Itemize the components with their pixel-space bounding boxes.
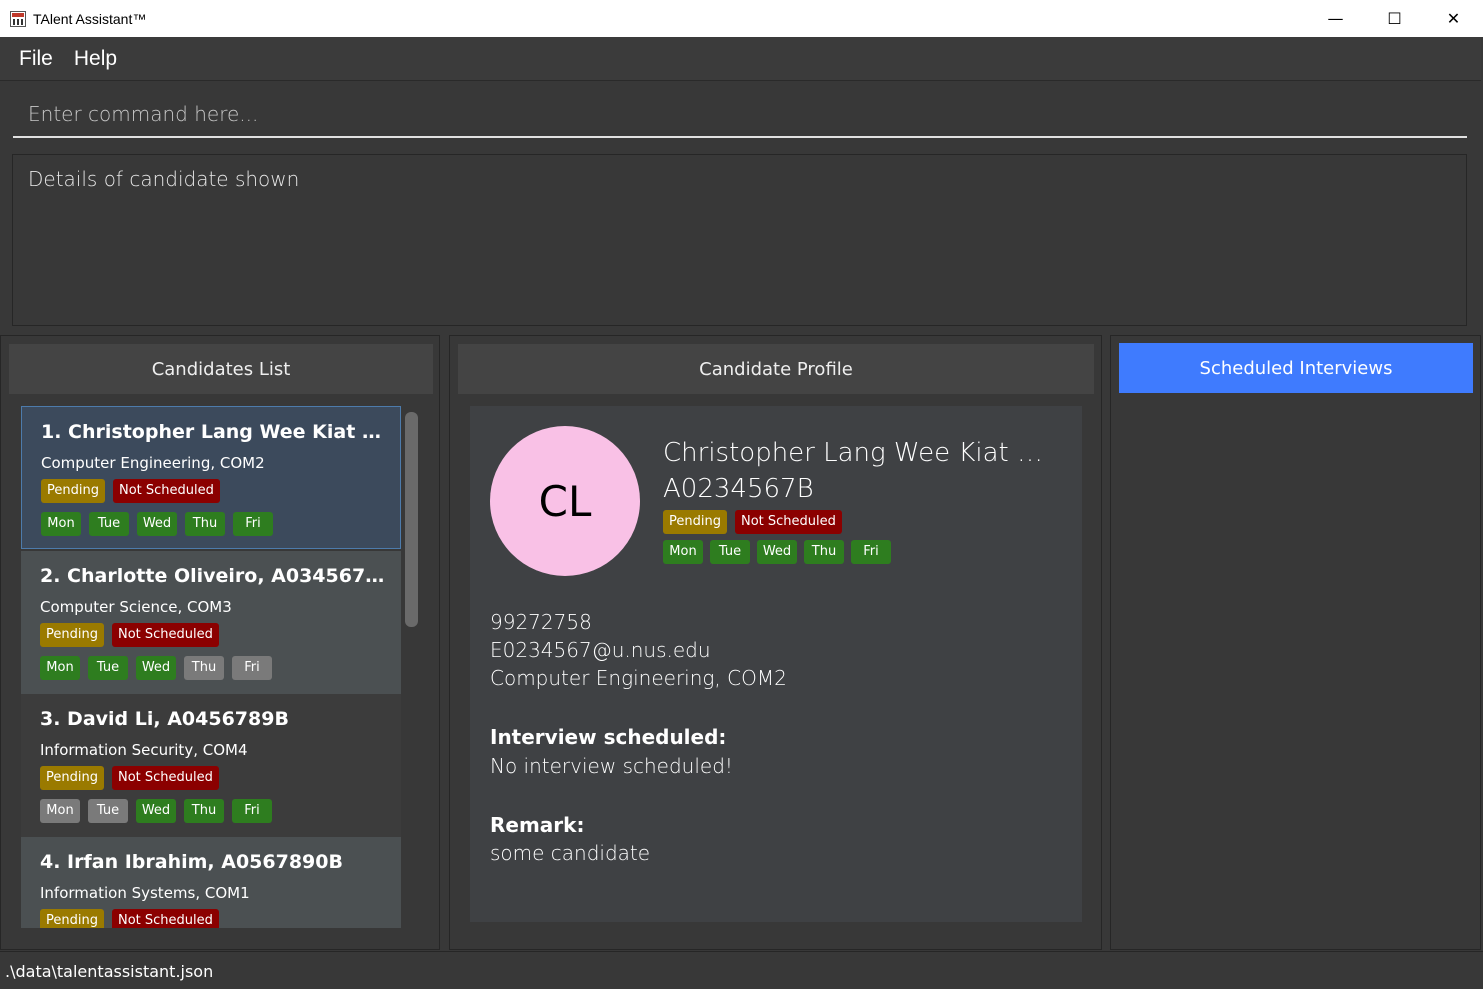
menu-file[interactable]: File: [19, 47, 53, 71]
candidate-course: Computer Science, COM3: [40, 598, 232, 616]
day-badge: Mon: [41, 512, 81, 536]
day-badge: Tue: [710, 540, 750, 564]
status-bar: .\data\talentassistant.json: [0, 951, 1483, 989]
day-badge: Wed: [137, 512, 177, 536]
day-badge: Mon: [40, 656, 80, 680]
day-badge: Fri: [232, 799, 272, 823]
candidate-name: 3. David Li, A0456789B: [40, 708, 289, 730]
profile-course: Computer Engineering, COM2: [490, 666, 787, 690]
profile-name: Christopher Lang Wee Kiat Oliv...: [663, 438, 1063, 468]
interview-badge: Not Scheduled: [734, 510, 842, 534]
day-badge: Thu: [804, 540, 844, 564]
result-display: Details of candidate shown: [12, 154, 1467, 326]
day-badge: Fri: [232, 656, 272, 680]
day-badge: Fri: [233, 512, 273, 536]
interview-badge: Not Scheduled: [111, 623, 219, 647]
candidate-course: Computer Engineering, COM2: [41, 454, 265, 472]
day-badge: Tue: [88, 656, 128, 680]
menu-bar: File Help: [0, 37, 1481, 81]
remark-label: Remark:: [490, 813, 585, 837]
window-controls: — ☐ ✕: [1306, 0, 1483, 37]
window-title: TAlent Assistant™: [33, 10, 147, 27]
close-button[interactable]: ✕: [1424, 0, 1483, 37]
remark-value: some candidate: [490, 841, 651, 865]
status-badge: Pending: [40, 623, 104, 647]
command-input[interactable]: [13, 92, 1467, 138]
candidate-profile-header: Candidate Profile: [458, 344, 1094, 394]
scheduled-interviews-header[interactable]: Scheduled Interviews: [1119, 343, 1473, 393]
day-badge: Wed: [136, 799, 176, 823]
status-badge: Pending: [40, 766, 104, 790]
status-badge: Pending: [41, 479, 105, 503]
list-scrollbar-thumb[interactable]: [405, 412, 418, 627]
candidate-course: Information Security, COM4: [40, 741, 248, 759]
status-badge: Pending: [40, 909, 104, 928]
candidate-list[interactable]: 1. Christopher Lang Wee Kiat Oliveir... …: [21, 406, 401, 928]
command-area: [0, 82, 1481, 144]
profile-student-id: A0234567B: [663, 474, 814, 504]
interview-value: No interview scheduled!: [490, 754, 733, 778]
candidate-course: Information Systems, COM1: [40, 884, 250, 902]
title-bar: TAlent Assistant™ — ☐ ✕: [0, 0, 1483, 37]
day-badge: Tue: [88, 799, 128, 823]
day-badge: Mon: [663, 540, 703, 564]
day-badge: Wed: [136, 656, 176, 680]
candidate-name: 2. Charlotte Oliveiro, A0345678B: [40, 565, 390, 587]
day-badge: Tue: [89, 512, 129, 536]
candidate-profile: CL Christopher Lang Wee Kiat Oliv... A02…: [470, 406, 1082, 922]
status-badge: Pending: [663, 510, 727, 534]
profile-phone: 99272758: [490, 610, 592, 634]
interview-label: Interview scheduled:: [490, 725, 727, 749]
day-badge: Thu: [184, 799, 224, 823]
profile-email: E0234567@u.nus.edu: [490, 638, 711, 662]
interview-badge: Not Scheduled: [111, 766, 219, 790]
candidates-list-header: Candidates List: [9, 344, 433, 394]
day-badge: Thu: [184, 656, 224, 680]
day-badge: Fri: [851, 540, 891, 564]
day-badge: Wed: [757, 540, 797, 564]
list-item[interactable]: 2. Charlotte Oliveiro, A0345678B Compute…: [21, 551, 401, 694]
interview-badge: Not Scheduled: [112, 479, 220, 503]
day-badge: Thu: [185, 512, 225, 536]
maximize-button[interactable]: ☐: [1365, 0, 1424, 37]
interviews-panel: [1110, 335, 1481, 950]
candidate-name: 4. Irfan Ibrahim, A0567890B: [40, 851, 343, 873]
list-item[interactable]: 1. Christopher Lang Wee Kiat Oliveir... …: [21, 406, 401, 549]
minimize-button[interactable]: —: [1306, 0, 1365, 37]
list-item[interactable]: 4. Irfan Ibrahim, A0567890B Information …: [21, 837, 401, 928]
list-item[interactable]: 3. David Li, A0456789B Information Secur…: [21, 694, 401, 837]
candidate-name: 1. Christopher Lang Wee Kiat Oliveir...: [41, 421, 391, 443]
avatar: CL: [490, 426, 640, 576]
menu-help[interactable]: Help: [74, 47, 117, 71]
interview-badge: Not Scheduled: [111, 909, 219, 928]
app-calendar-icon: [10, 10, 26, 27]
day-badge: Mon: [40, 799, 80, 823]
